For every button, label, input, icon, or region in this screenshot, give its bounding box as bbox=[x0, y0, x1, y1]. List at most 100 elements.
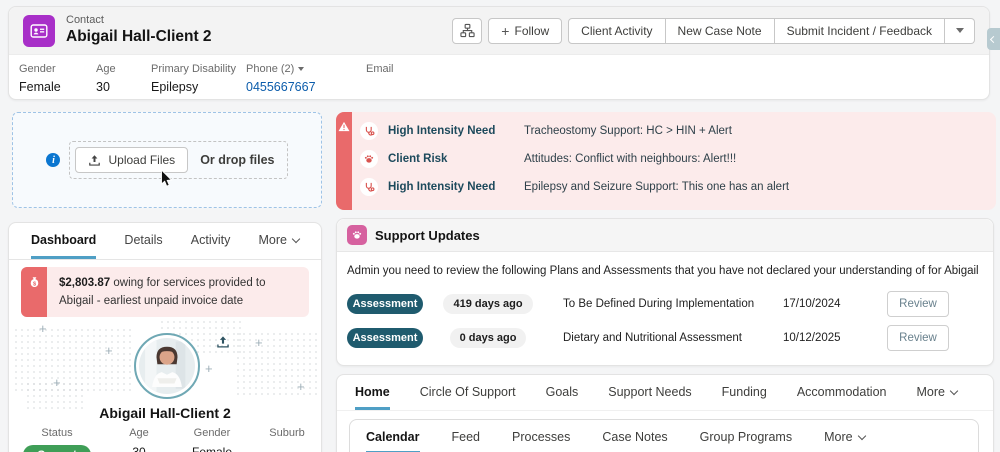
tab-goals[interactable]: Goals bbox=[546, 375, 579, 410]
assessment-date: 17/10/2024 bbox=[783, 298, 887, 310]
page-title: Abigail Hall-Client 2 bbox=[66, 28, 212, 47]
tab-home[interactable]: Home bbox=[355, 375, 390, 410]
record-type-label: Contact bbox=[66, 14, 212, 27]
alert-message: Attitudes: Conflict with neighbours: Ale… bbox=[524, 153, 988, 165]
stat-gender: Gender Female bbox=[173, 427, 251, 452]
phone-link[interactable]: 0455667667 bbox=[246, 79, 366, 96]
client-alerts-banner: High Intensity Need Tracheostomy Support… bbox=[336, 112, 996, 210]
stat-suburb: Suburb bbox=[251, 427, 322, 452]
assessment-row: Assessment 0 days ago Dietary and Nutrit… bbox=[337, 321, 993, 355]
client-activity-button[interactable]: Client Activity bbox=[568, 18, 665, 44]
mouse-cursor bbox=[160, 169, 173, 188]
owing-alert: $ $2,803.87 owing for services provided … bbox=[21, 267, 309, 317]
subtab-processes[interactable]: Processes bbox=[512, 421, 570, 452]
support-updates-header: Support Updates bbox=[337, 219, 993, 252]
support-updates-icon bbox=[347, 225, 367, 245]
subtab-calendar[interactable]: Calendar bbox=[366, 421, 420, 452]
assessment-name: Dietary and Nutritional Assessment bbox=[547, 332, 783, 344]
drop-files-label: Or drop files bbox=[200, 153, 274, 167]
assessment-date: 10/12/2025 bbox=[783, 332, 887, 344]
risk-paw-icon bbox=[360, 150, 378, 168]
alert-message: Epilepsy and Seizure Support: This one h… bbox=[524, 181, 988, 193]
age-badge: 419 days ago bbox=[443, 294, 532, 314]
chevron-down-icon bbox=[950, 387, 958, 395]
review-button[interactable]: Review bbox=[887, 325, 949, 351]
assessment-name: To Be Defined During Implementation bbox=[547, 298, 783, 310]
assessment-row: Assessment 419 days ago To Be Defined Du… bbox=[337, 287, 993, 321]
subtab-feed[interactable]: Feed bbox=[452, 421, 481, 452]
age-badge: 0 days ago bbox=[450, 328, 527, 348]
field-age: Age 30 bbox=[96, 62, 151, 96]
alert-severity-bar bbox=[336, 112, 352, 210]
follow-button[interactable]: + Follow bbox=[488, 18, 562, 44]
money-bag-icon: $ bbox=[21, 267, 47, 317]
tab-accommodation[interactable]: Accommodation bbox=[797, 375, 887, 410]
action-button-group: Client Activity New Case Note Submit Inc… bbox=[568, 18, 975, 44]
subtab-case-notes[interactable]: Case Notes bbox=[602, 421, 667, 452]
stat-status: Status Current bbox=[9, 427, 105, 452]
home-subtabs-card: Calendar Feed Processes Case Notes Group… bbox=[349, 419, 979, 452]
support-updates-title: Support Updates bbox=[375, 228, 480, 243]
tab-dashboard[interactable]: Dashboard bbox=[31, 223, 96, 259]
hierarchy-button[interactable] bbox=[452, 18, 482, 44]
profile-name: Abigail Hall-Client 2 bbox=[9, 405, 321, 421]
review-button[interactable]: Review bbox=[887, 291, 949, 317]
header-actions: + Follow Client Activity New Case Note S… bbox=[452, 18, 975, 44]
profile-panel: Dashboard Details Activity More $ $2,803… bbox=[8, 222, 322, 452]
field-email: Email bbox=[366, 62, 394, 96]
assessment-badge: Assessment bbox=[347, 294, 423, 314]
alert-category: Client Risk bbox=[388, 153, 518, 165]
alert-category: High Intensity Need bbox=[388, 125, 518, 137]
alert-message: Tracheostomy Support: HC > HIN + Alert bbox=[524, 125, 988, 137]
subtab-more[interactable]: More bbox=[824, 421, 864, 452]
alert-row: Client Risk Attitudes: Conflict with nei… bbox=[352, 145, 988, 173]
new-case-note-button[interactable]: New Case Note bbox=[666, 18, 775, 44]
owing-alert-text: $2,803.87 owing for services provided to… bbox=[47, 267, 309, 317]
avatar-photo bbox=[139, 338, 195, 394]
hierarchy-icon bbox=[460, 23, 475, 38]
contact-record-page: Contact Abigail Hall-Client 2 + Follow bbox=[0, 0, 1000, 452]
file-dropzone[interactable]: i Upload Files Or drop files bbox=[12, 112, 322, 208]
avatar[interactable] bbox=[134, 333, 200, 399]
tab-support-needs[interactable]: Support Needs bbox=[608, 375, 691, 410]
phone-dropdown-icon[interactable] bbox=[298, 67, 304, 71]
field-phone: Phone (2) 0455667667 bbox=[246, 62, 366, 96]
field-primary-disability: Primary Disability Epilepsy bbox=[151, 62, 246, 96]
chevron-down-icon bbox=[956, 28, 964, 33]
record-header-card: Contact Abigail Hall-Client 2 + Follow bbox=[8, 6, 990, 100]
profile-stats: Status Current Age 30 Gender Female Subu… bbox=[9, 427, 321, 452]
status-badge: Current bbox=[23, 445, 91, 452]
info-icon[interactable]: i bbox=[46, 153, 60, 167]
stat-age: Age 30 bbox=[105, 427, 173, 452]
more-actions-dropdown[interactable] bbox=[945, 18, 975, 44]
stethoscope-icon bbox=[360, 122, 378, 140]
support-updates-intro: Admin you need to review the following P… bbox=[337, 252, 993, 277]
avatar-upload-icon[interactable] bbox=[216, 335, 230, 354]
contact-card-glyph bbox=[29, 21, 49, 41]
chevron-left-icon bbox=[990, 35, 997, 42]
home-subtabs: Calendar Feed Processes Case Notes Group… bbox=[350, 420, 978, 452]
drop-files-area[interactable]: Upload Files Or drop files bbox=[69, 141, 287, 179]
stethoscope-icon bbox=[360, 178, 378, 196]
support-updates-card: Support Updates Admin you need to review… bbox=[336, 218, 994, 366]
tab-activity[interactable]: Activity bbox=[191, 223, 231, 259]
tab-main-more[interactable]: More bbox=[916, 375, 956, 410]
subtab-group-programs[interactable]: Group Programs bbox=[700, 421, 792, 452]
warning-triangle-icon bbox=[338, 121, 350, 132]
tab-more[interactable]: More bbox=[258, 223, 298, 259]
chevron-down-icon bbox=[857, 432, 865, 440]
submit-incident-feedback-button[interactable]: Submit Incident / Feedback bbox=[775, 18, 945, 44]
profile-tabs: Dashboard Details Activity More bbox=[9, 223, 321, 260]
tab-circle-of-support[interactable]: Circle Of Support bbox=[420, 375, 516, 410]
highlight-fields: Gender Female Age 30 Primary Disability … bbox=[9, 55, 989, 96]
plus-icon: + bbox=[501, 23, 509, 39]
edge-collapse-widget[interactable] bbox=[987, 28, 1000, 50]
tab-details[interactable]: Details bbox=[124, 223, 162, 259]
assessment-badge: Assessment bbox=[347, 328, 423, 348]
chevron-down-icon bbox=[292, 235, 300, 243]
upload-icon bbox=[88, 154, 101, 167]
record-header: Contact Abigail Hall-Client 2 + Follow bbox=[9, 7, 989, 55]
record-main-tabs: Home Circle Of Support Goals Support Nee… bbox=[337, 375, 993, 411]
tab-funding[interactable]: Funding bbox=[722, 375, 767, 410]
alert-row: High Intensity Need Tracheostomy Support… bbox=[352, 117, 988, 145]
